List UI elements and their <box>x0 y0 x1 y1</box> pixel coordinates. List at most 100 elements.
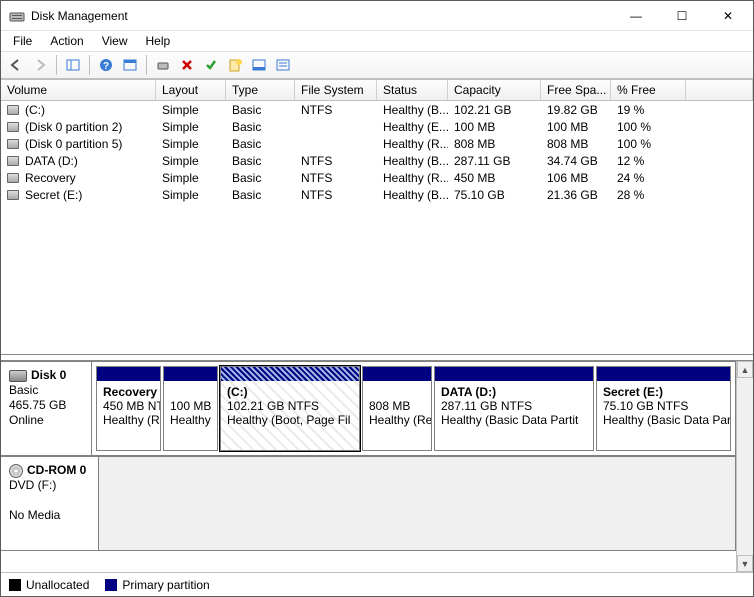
volume-icon <box>7 105 19 115</box>
cell-capacity: 75.10 GB <box>448 188 541 202</box>
disk-management-window: Disk Management — ☐ ✕ File Action View H… <box>0 0 754 597</box>
legend-primary: Primary partition <box>105 578 209 592</box>
partition[interactable]: 100 MBHealthy <box>163 366 218 451</box>
back-button[interactable] <box>5 54 27 76</box>
partition[interactable]: (C:)102.21 GB NTFSHealthy (Boot, Page Fi… <box>220 366 360 451</box>
cell-type: Basic <box>226 171 295 185</box>
col-freespace[interactable]: Free Spa... <box>541 80 611 100</box>
col-status[interactable]: Status <box>377 80 448 100</box>
menu-file[interactable]: File <box>5 33 40 49</box>
cdrom-icon <box>9 464 23 478</box>
disk-layout-pane: Disk 0Basic465.75 GBOnlineRecovery450 MB… <box>1 360 753 572</box>
volume-icon <box>7 156 19 166</box>
col-pctfree[interactable]: % Free <box>611 80 686 100</box>
legend-unallocated-label: Unallocated <box>26 578 89 592</box>
partition-area <box>99 457 735 550</box>
disk-icon <box>9 370 27 382</box>
delete-button[interactable] <box>176 54 198 76</box>
cell-volume: DATA (D:) <box>1 154 156 168</box>
cell-filesystem: NTFS <box>295 103 377 117</box>
cell-capacity: 100 MB <box>448 120 541 134</box>
cell-type: Basic <box>226 137 295 151</box>
legend-unallocated: Unallocated <box>9 578 89 592</box>
volume-icon <box>7 173 19 183</box>
partition[interactable]: 808 MBHealthy (Re <box>362 366 432 451</box>
cell-status: Healthy (R... <box>377 171 448 185</box>
close-button[interactable]: ✕ <box>705 1 751 30</box>
volume-icon <box>7 190 19 200</box>
settings-bottom-button[interactable] <box>248 54 270 76</box>
partition-text: Secret (E:)75.10 GB NTFSHealthy (Basic D… <box>597 381 730 431</box>
cell-freespace: 106 MB <box>541 171 611 185</box>
app-icon <box>9 8 25 24</box>
cell-layout: Simple <box>156 120 226 134</box>
table-row[interactable]: RecoverySimpleBasicNTFSHealthy (R...450 … <box>1 169 753 186</box>
cell-status: Healthy (B... <box>377 154 448 168</box>
partition[interactable]: Secret (E:)75.10 GB NTFSHealthy (Basic D… <box>596 366 731 451</box>
new-button[interactable] <box>224 54 246 76</box>
show-hide-tree-button[interactable] <box>62 54 84 76</box>
partition[interactable]: DATA (D:)287.11 GB NTFSHealthy (Basic Da… <box>434 366 594 451</box>
check-button[interactable] <box>200 54 222 76</box>
volume-grid-body[interactable]: (C:)SimpleBasicNTFSHealthy (B...102.21 G… <box>1 101 753 203</box>
scroll-down-button[interactable]: ▼ <box>737 555 753 572</box>
scroll-track[interactable] <box>737 378 753 555</box>
partition-stripe <box>435 367 593 381</box>
cell-volume: (C:) <box>1 103 156 117</box>
table-row[interactable]: (C:)SimpleBasicNTFSHealthy (B...102.21 G… <box>1 101 753 118</box>
cell-layout: Simple <box>156 154 226 168</box>
svg-text:?: ? <box>103 61 109 72</box>
col-filesystem[interactable]: File System <box>295 80 377 100</box>
disk-scroll-area[interactable]: Disk 0Basic465.75 GBOnlineRecovery450 MB… <box>1 361 736 572</box>
col-volume[interactable]: Volume <box>1 80 156 100</box>
forward-button[interactable] <box>29 54 51 76</box>
cell-capacity: 287.11 GB <box>448 154 541 168</box>
separator <box>89 55 90 75</box>
cell-status: Healthy (B... <box>377 103 448 117</box>
disk-label: Disk 0Basic465.75 GBOnline <box>1 362 92 455</box>
separator <box>56 55 57 75</box>
cell-freespace: 808 MB <box>541 137 611 151</box>
col-padding <box>686 80 753 100</box>
partition-text: Recovery450 MB NTHealthy (R <box>97 381 160 431</box>
menu-action[interactable]: Action <box>42 33 91 49</box>
table-row[interactable]: Secret (E:)SimpleBasicNTFSHealthy (B...7… <box>1 186 753 203</box>
partition-stripe <box>221 367 359 381</box>
settings-top-button[interactable] <box>119 54 141 76</box>
help-button[interactable]: ? <box>95 54 117 76</box>
menubar: File Action View Help <box>1 31 753 51</box>
toolbar: ? <box>1 51 753 79</box>
cell-layout: Simple <box>156 171 226 185</box>
scroll-up-button[interactable]: ▲ <box>737 361 753 378</box>
partition[interactable]: Recovery450 MB NTHealthy (R <box>96 366 161 451</box>
table-row[interactable]: (Disk 0 partition 5)SimpleBasicHealthy (… <box>1 135 753 152</box>
swatch-primary-icon <box>105 579 117 591</box>
titlebar[interactable]: Disk Management — ☐ ✕ <box>1 1 753 31</box>
table-row[interactable]: (Disk 0 partition 2)SimpleBasicHealthy (… <box>1 118 753 135</box>
table-row[interactable]: DATA (D:)SimpleBasicNTFSHealthy (B...287… <box>1 152 753 169</box>
cell-freespace: 34.74 GB <box>541 154 611 168</box>
menu-view[interactable]: View <box>94 33 136 49</box>
partition-text: DATA (D:)287.11 GB NTFSHealthy (Basic Da… <box>435 381 593 431</box>
disk-row[interactable]: Disk 0Basic465.75 GBOnlineRecovery450 MB… <box>1 361 736 456</box>
cell-layout: Simple <box>156 137 226 151</box>
volume-list-pane: (C:)SimpleBasicNTFSHealthy (B...102.21 G… <box>1 101 753 355</box>
refresh-button[interactable] <box>152 54 174 76</box>
minimize-button[interactable]: — <box>613 1 659 30</box>
window-controls: — ☐ ✕ <box>613 1 751 30</box>
legend-primary-label: Primary partition <box>122 578 209 592</box>
vertical-scrollbar[interactable]: ▲ ▼ <box>736 361 753 572</box>
col-layout[interactable]: Layout <box>156 80 226 100</box>
menu-help[interactable]: Help <box>138 33 179 49</box>
volume-icon <box>7 139 19 149</box>
maximize-button[interactable]: ☐ <box>659 1 705 30</box>
partition-area: Recovery450 MB NTHealthy (R100 MBHealthy… <box>92 362 735 455</box>
cell-type: Basic <box>226 188 295 202</box>
cell-status: Healthy (E... <box>377 120 448 134</box>
swatch-unallocated-icon <box>9 579 21 591</box>
settings-list-button[interactable] <box>272 54 294 76</box>
col-type[interactable]: Type <box>226 80 295 100</box>
col-capacity[interactable]: Capacity <box>448 80 541 100</box>
disk-row[interactable]: CD-ROM 0DVD (F:)No Media <box>1 456 736 551</box>
volume-icon <box>7 122 19 132</box>
